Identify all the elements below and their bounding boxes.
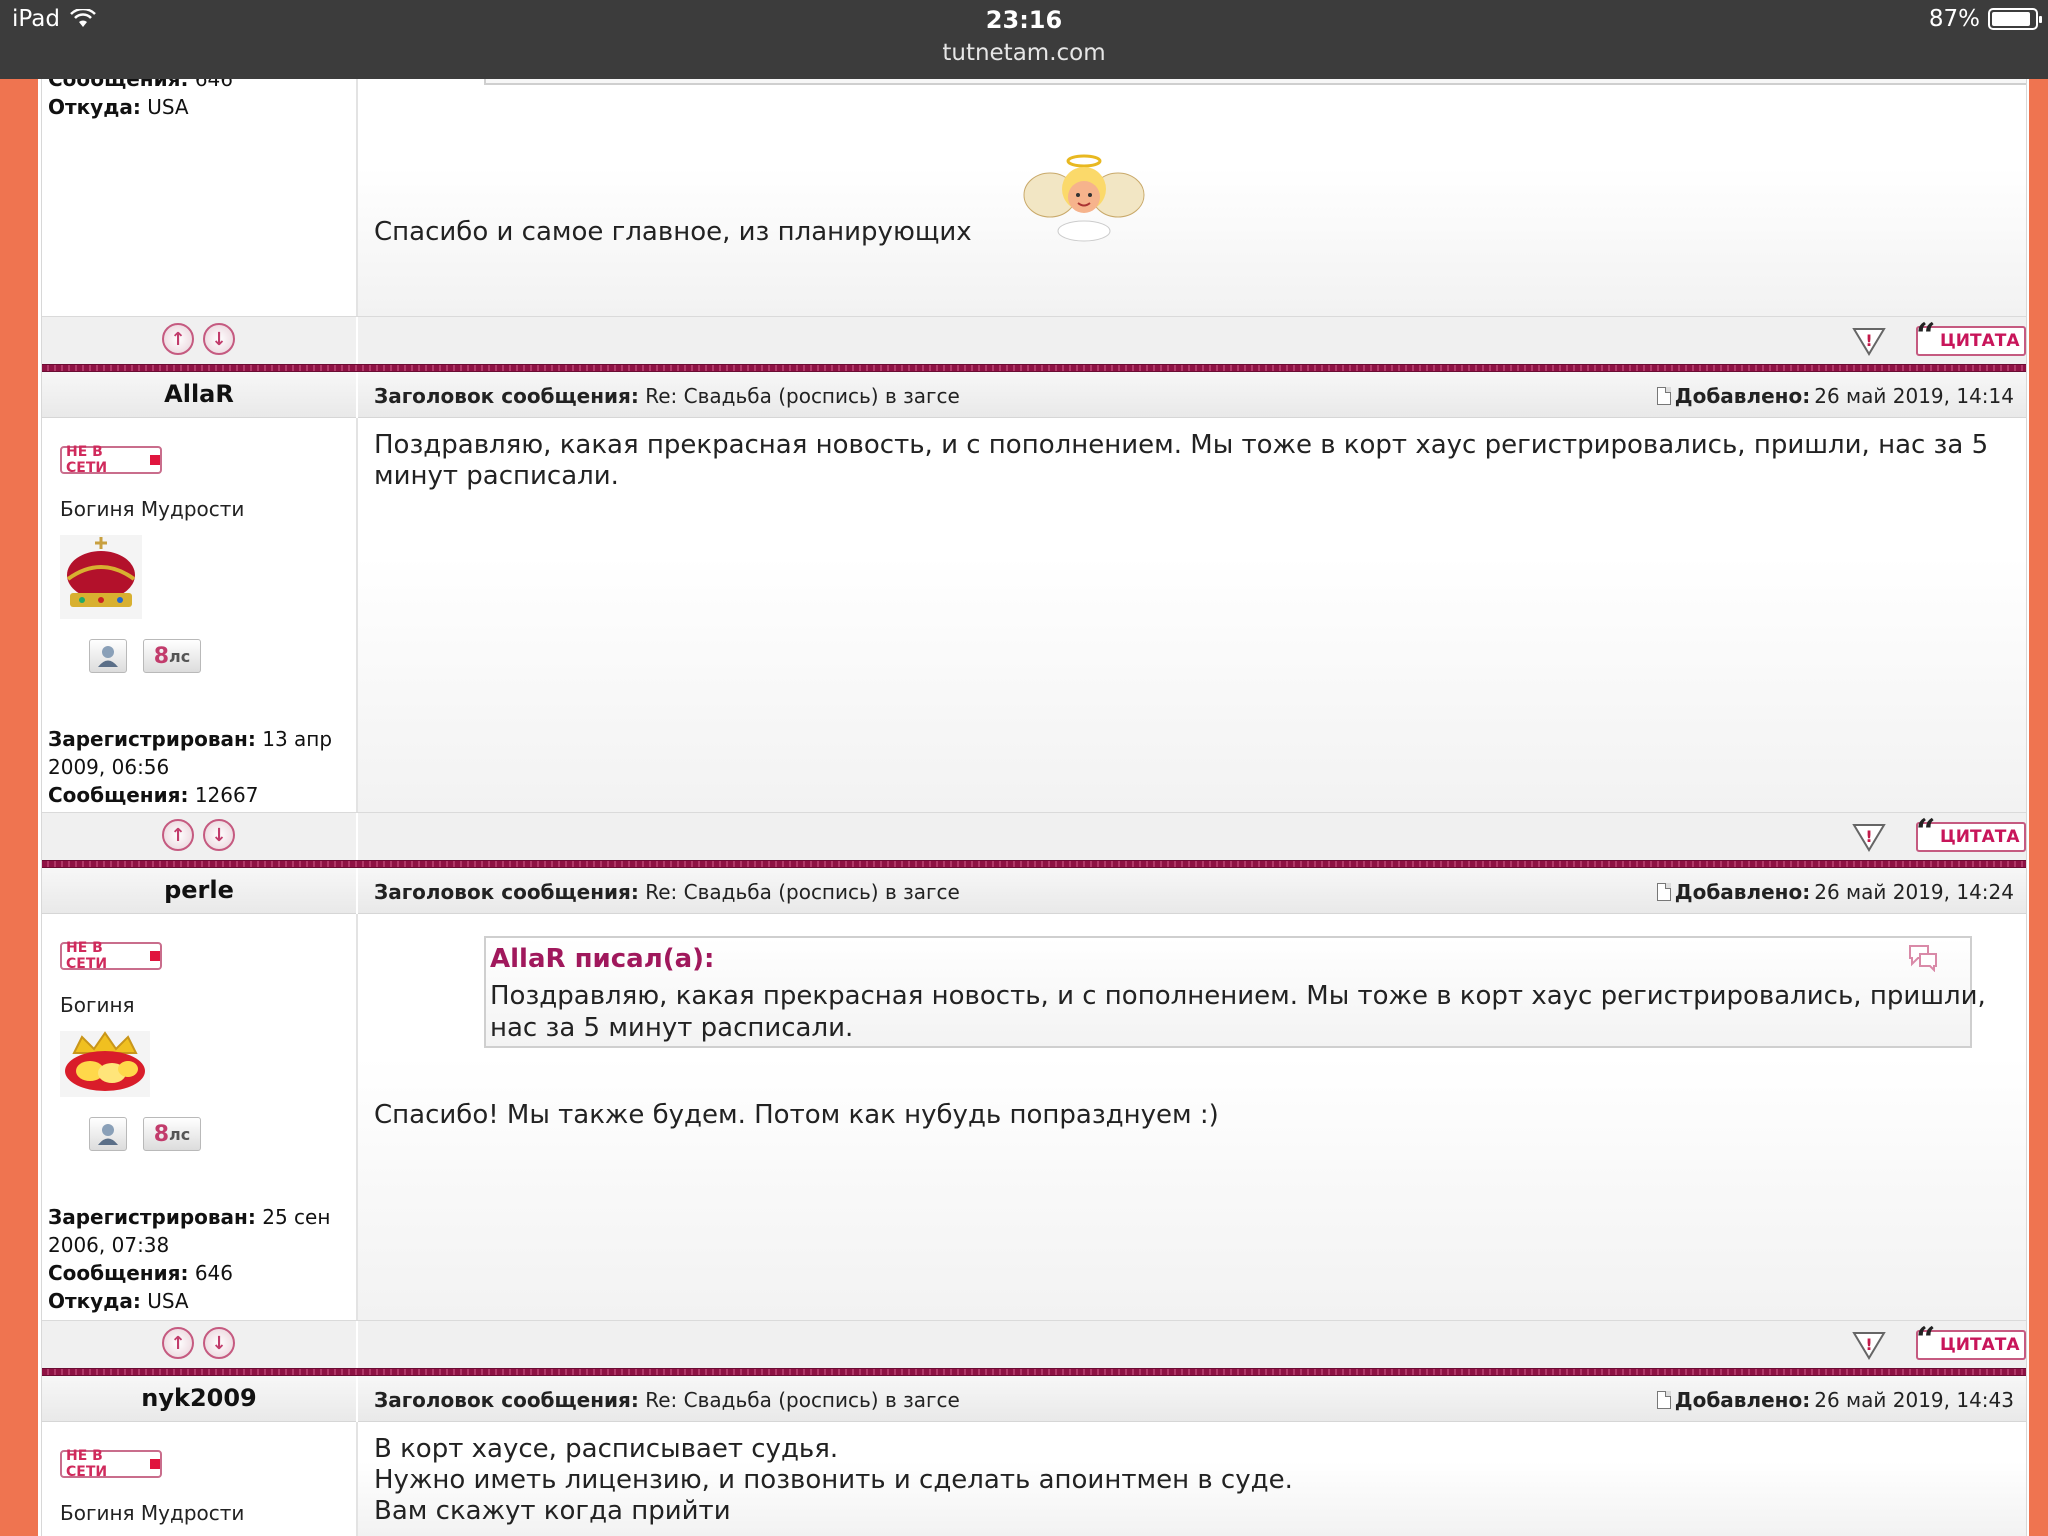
avatar — [60, 1031, 150, 1097]
warning-icon: ! — [1852, 1332, 1886, 1360]
scroll-up-button[interactable]: ↑ — [162, 819, 194, 851]
post-separator — [42, 860, 2026, 868]
post-header: AllaR Заголовок сообщения: Re: Свадьба (… — [42, 372, 2026, 418]
user-registered: Зарегистрирован: 13 апр — [48, 727, 333, 751]
user-rank: Богиня — [60, 993, 135, 1017]
user-from: Откуда: USA — [48, 1289, 189, 1313]
speech-bubble-icon[interactable] — [1906, 942, 1940, 972]
post-date: Добавлено: 26 май 2019, 14:24 — [1656, 880, 2014, 904]
quote-mark-icon: “ — [1916, 812, 1936, 852]
user-profile-icon — [98, 646, 118, 667]
status-bar: iPad 23:16 tutnetam.com 87% — [0, 0, 2048, 79]
user-rank: Богиня Мудрости — [60, 497, 245, 521]
offline-badge: НЕ В СЕТИ — [60, 444, 162, 476]
svg-text:!: ! — [1865, 1335, 1872, 1354]
scroll-down-button[interactable]: ↓ — [203, 1327, 235, 1359]
user-registered-cont: 2006, 07:38 — [48, 1233, 170, 1257]
post-separator — [42, 1368, 2026, 1376]
report-button[interactable]: ! — [1852, 1330, 1886, 1360]
prev-from-line: Откуда: USA — [48, 95, 189, 119]
svg-text:!: ! — [1865, 827, 1872, 846]
post-date: Добавлено: 26 май 2019, 14:14 — [1656, 384, 2014, 408]
report-button[interactable]: ! — [1852, 822, 1886, 852]
scroll-down-button[interactable]: ↓ — [203, 323, 235, 355]
address-bar[interactable]: tutnetam.com — [0, 40, 2048, 66]
avatar — [60, 535, 142, 619]
post-link-icon[interactable] — [1656, 1391, 1671, 1409]
warning-icon: ! — [1852, 824, 1886, 852]
user-registered-cont: 2009, 06:56 — [48, 755, 170, 779]
post-subject: Заголовок сообщения: Re: Свадьба (роспис… — [374, 1388, 960, 1412]
scroll-up-button[interactable]: ↑ — [162, 1327, 194, 1359]
svg-text:!: ! — [1865, 331, 1872, 350]
post-author[interactable]: AllaR — [42, 380, 356, 408]
quote-button[interactable]: “ЦИТАТА — [1916, 316, 2026, 356]
scroll-down-button[interactable]: ↓ — [203, 819, 235, 851]
profile-button[interactable] — [89, 1117, 127, 1151]
quote-box: AllaR писал(а): Поздравляю, какая прекра… — [484, 936, 1986, 1048]
post-text-line: В корт хаусе, расписывает судья. — [374, 1434, 839, 1464]
offline-badge: НЕ В СЕТИ — [60, 1448, 162, 1480]
post-date: Добавлено: 26 май 2019, 14:43 — [1656, 1388, 2014, 1412]
battery-percent: 87% — [1928, 6, 1980, 32]
private-message-button[interactable]: 8 лс — [143, 639, 201, 673]
arrow-down-icon: ↓ — [211, 328, 227, 350]
quote-text: Поздравляю, какая прекрасная новость, и … — [490, 981, 1986, 1043]
pm-user-icon: 8 — [153, 643, 170, 669]
post-header: nyk2009 Заголовок сообщения: Re: Свадьба… — [42, 1376, 2026, 1422]
previous-quote-box-edge — [484, 79, 2026, 85]
scroll-up-button[interactable]: ↑ — [162, 323, 194, 355]
warning-icon: ! — [1852, 328, 1886, 356]
post-author[interactable]: nyk2009 — [42, 1384, 356, 1412]
post-subject: Заголовок сообщения: Re: Свадьба (роспис… — [374, 384, 960, 408]
quote-mark-icon: “ — [1916, 1320, 1936, 1360]
post-header: perle Заголовок сообщения: Re: Свадьба (… — [42, 868, 2026, 914]
post-subject: Заголовок сообщения: Re: Свадьба (роспис… — [374, 880, 960, 904]
battery-icon — [1988, 8, 2042, 30]
post-text-line: Нужно иметь лицензию, и позвонить и сдел… — [374, 1465, 1293, 1495]
quote-button[interactable]: “ЦИТАТА — [1916, 812, 2026, 852]
user-profile-icon — [98, 1124, 118, 1145]
arrow-up-icon: ↑ — [170, 824, 186, 846]
quote-button[interactable]: “ЦИТАТА — [1916, 1320, 2026, 1360]
post-text-line: минут расписали. — [374, 461, 619, 491]
post-footer: ↑ ↓ ! “ЦИТАТА — [42, 1320, 2026, 1369]
status-right: 87% — [1928, 6, 2042, 32]
offline-badge: НЕ В СЕТИ — [60, 940, 162, 972]
post-link-icon[interactable] — [1656, 387, 1671, 405]
prev-messages-line: Сообщения: 646 — [48, 79, 234, 91]
post-text-line: Спасибо! Мы также будем. Потом как нубуд… — [374, 1100, 1219, 1130]
post-text-line: Поздравляю, какая прекрасная новость, и … — [374, 430, 1989, 460]
forum-topic: Сообщения: 646 Откуда: USA Спасибо и сам… — [41, 79, 2027, 1536]
post-body: В корт хаусе, расписывает судья. Нужно и… — [358, 1422, 2026, 1536]
prev-post-body: Спасибо и самое главное, из планирующих — [358, 87, 2026, 316]
profile-button[interactable] — [89, 639, 127, 673]
prev-post-footer: ↑ ↓ ! “ЦИТАТА — [42, 316, 2026, 365]
quote-author: AllaR писал(а): — [490, 944, 715, 974]
report-button[interactable]: ! — [1852, 326, 1886, 356]
page-left-border — [0, 79, 38, 1536]
user-rank: Богиня Мудрости — [60, 1501, 245, 1525]
arrow-down-icon: ↓ — [211, 824, 227, 846]
prev-post-text: Спасибо и самое главное, из планирующих — [374, 217, 972, 247]
user-messages: Сообщения: 12667 — [48, 783, 259, 807]
private-message-button[interactable]: 8 лс — [143, 1117, 201, 1151]
arrow-up-icon: ↑ — [170, 1332, 186, 1354]
angel-smiley-icon — [1023, 154, 1145, 242]
user-messages: Сообщения: 646 — [48, 1261, 234, 1285]
arrow-up-icon: ↑ — [170, 328, 186, 350]
pm-user-icon: 8 — [153, 1121, 170, 1147]
post-body: AllaR писал(а): Поздравляю, какая прекра… — [358, 914, 2026, 1320]
post-link-icon[interactable] — [1656, 883, 1671, 901]
clock: 23:16 — [985, 6, 1063, 34]
arrow-down-icon: ↓ — [211, 1332, 227, 1354]
post-body: Поздравляю, какая прекрасная новость, и … — [358, 418, 2026, 812]
page-right-border — [2029, 79, 2048, 1536]
post-footer: ↑ ↓ ! “ЦИТАТА — [42, 812, 2026, 861]
post-text-line: Вам скажут когда прийти — [374, 1496, 731, 1526]
post-author[interactable]: perle — [42, 876, 356, 904]
user-registered: Зарегистрирован: 25 сен — [48, 1205, 331, 1229]
quote-mark-icon: “ — [1916, 316, 1936, 356]
post-separator — [42, 364, 2026, 372]
